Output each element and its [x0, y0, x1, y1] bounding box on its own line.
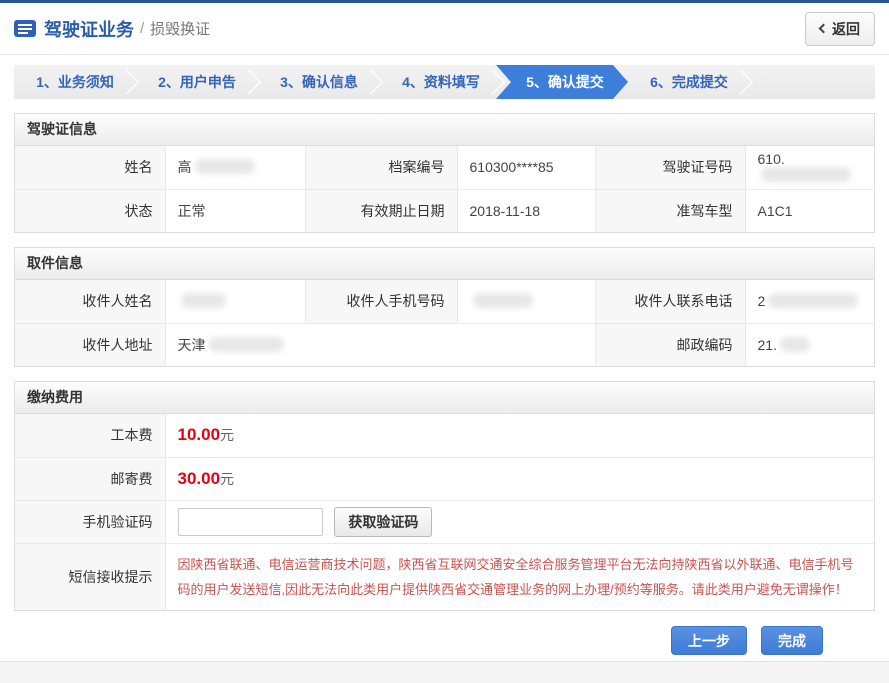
table-row: 收件人地址 天津 邮政编码 21. — [15, 323, 874, 366]
finish-button[interactable]: 完成 — [761, 626, 823, 655]
get-code-button[interactable]: 获取验证码 — [334, 507, 432, 537]
production-fee-unit: 元 — [220, 427, 234, 443]
vehicle-class-label: 准驾车型 — [595, 189, 745, 232]
sms-code-label: 手机验证码 — [15, 500, 165, 543]
recipient-name-label: 收件人姓名 — [15, 280, 165, 323]
redaction-blur — [761, 167, 851, 182]
redaction-blur — [473, 293, 533, 308]
file-number-value: 610300****85 — [457, 146, 595, 189]
postcode-value: 21. — [745, 323, 874, 366]
step-3-confirm-info: 3、确认信息 — [258, 65, 380, 99]
previous-step-button[interactable]: 上一步 — [671, 626, 747, 655]
redaction-blur — [195, 159, 255, 174]
step-4-fill-data: 4、资料填写 — [380, 65, 502, 99]
step-2-user-declaration: 2、用户申告 — [136, 65, 258, 99]
back-button-label: 返回 — [832, 19, 860, 39]
breadcrumb-separator: / — [140, 20, 144, 37]
section-pickup-title: 取件信息 — [15, 248, 874, 280]
back-button[interactable]: 返回 — [805, 12, 875, 46]
action-bar: 上一步 完成 — [0, 626, 823, 655]
redaction-blur — [780, 337, 810, 352]
redaction-blur — [181, 293, 226, 308]
expiry-date-value: 2018-11-18 — [457, 189, 595, 232]
chevron-left-icon — [819, 24, 829, 34]
production-fee-value: 10.00元 — [165, 414, 874, 457]
postage-fee-amount: 30.00 — [178, 469, 221, 488]
section-fees-title: 缴纳费用 — [15, 382, 874, 414]
table-row: 工本费 10.00元 — [15, 414, 874, 457]
sms-notice-text: 因陕西省联通、电信运营商技术问题，陕西省互联网交通安全综合服务管理平台无法向持陕… — [178, 552, 863, 603]
pickup-info-table: 收件人姓名 收件人手机号码 收件人联系电话 2 收件人地址 天津 邮政编码 21… — [15, 280, 874, 366]
recipient-mobile-value — [457, 280, 595, 323]
step-6-complete-submit: 6、完成提交 — [628, 65, 750, 99]
file-number-label: 档案编号 — [305, 146, 457, 189]
expiry-date-label: 有效期止日期 — [305, 189, 457, 232]
vehicle-class-value: A1C1 — [745, 189, 874, 232]
section-license-title: 驾驶证信息 — [15, 114, 874, 146]
table-row: 手机验证码 获取验证码 — [15, 500, 874, 543]
redaction-blur — [209, 337, 284, 352]
license-number-label: 驾驶证号码 — [595, 146, 745, 189]
status-label: 状态 — [15, 189, 165, 232]
table-row: 状态 正常 有效期止日期 2018-11-18 准驾车型 A1C1 — [15, 189, 874, 232]
sms-notice-label: 短信接收提示 — [15, 543, 165, 610]
recipient-phone-label: 收件人联系电话 — [595, 280, 745, 323]
table-row: 姓名 高 档案编号 610300****85 驾驶证号码 610. — [15, 146, 874, 189]
section-fees: 缴纳费用 工本费 10.00元 邮寄费 30.00元 手机验证码 获取验证码 — [14, 381, 875, 611]
breadcrumb-current: 损毁换证 — [150, 18, 210, 39]
step-5-confirm-submit-active: 5、确认提交 — [496, 65, 628, 99]
step-1-business-notice: 1、业务须知 — [14, 65, 136, 99]
license-info-table: 姓名 高 档案编号 610300****85 驾驶证号码 610. 状态 正常 … — [15, 146, 874, 232]
production-fee-amount: 10.00 — [178, 425, 221, 444]
table-row: 邮寄费 30.00元 — [15, 457, 874, 500]
license-number-value: 610. — [745, 146, 874, 189]
postage-fee-label: 邮寄费 — [15, 457, 165, 500]
footer-strip — [0, 661, 889, 683]
page: 驾驶证业务 / 损毁换证 返回 1、业务须知 2、用户申告 3、确认信息 4、资… — [0, 0, 889, 683]
status-value: 正常 — [165, 189, 305, 232]
recipient-name-value — [165, 280, 305, 323]
license-card-icon — [14, 20, 36, 37]
name-label: 姓名 — [15, 146, 165, 189]
fees-table: 工本费 10.00元 邮寄费 30.00元 手机验证码 获取验证码 短信接收提 — [15, 414, 874, 610]
step-wizard: 1、业务须知 2、用户申告 3、确认信息 4、资料填写 5、确认提交 6、完成提… — [14, 65, 875, 99]
page-title: 驾驶证业务 — [44, 16, 134, 42]
postage-fee-unit: 元 — [220, 471, 234, 487]
production-fee-label: 工本费 — [15, 414, 165, 457]
section-license-info: 驾驶证信息 姓名 高 档案编号 610300****85 驾驶证号码 610. … — [14, 113, 875, 233]
postcode-label: 邮政编码 — [595, 323, 745, 366]
recipient-phone-value: 2 — [745, 280, 874, 323]
name-value: 高 — [165, 146, 305, 189]
table-row: 收件人姓名 收件人手机号码 收件人联系电话 2 — [15, 280, 874, 323]
table-row: 短信接收提示 因陕西省联通、电信运营商技术问题，陕西省互联网交通安全综合服务管理… — [15, 543, 874, 610]
redaction-blur — [768, 293, 858, 308]
recipient-mobile-label: 收件人手机号码 — [305, 280, 457, 323]
recipient-address-label: 收件人地址 — [15, 323, 165, 366]
sms-code-cell: 获取验证码 — [165, 500, 874, 543]
postage-fee-value: 30.00元 — [165, 457, 874, 500]
sms-code-input[interactable] — [178, 508, 323, 536]
header: 驾驶证业务 / 损毁换证 返回 — [0, 3, 889, 55]
recipient-address-value: 天津 — [165, 323, 595, 366]
sms-notice-cell: 因陕西省联通、电信运营商技术问题，陕西省互联网交通安全综合服务管理平台无法向持陕… — [165, 543, 874, 610]
section-pickup-info: 取件信息 收件人姓名 收件人手机号码 收件人联系电话 2 收件人地址 天津 邮政… — [14, 247, 875, 367]
